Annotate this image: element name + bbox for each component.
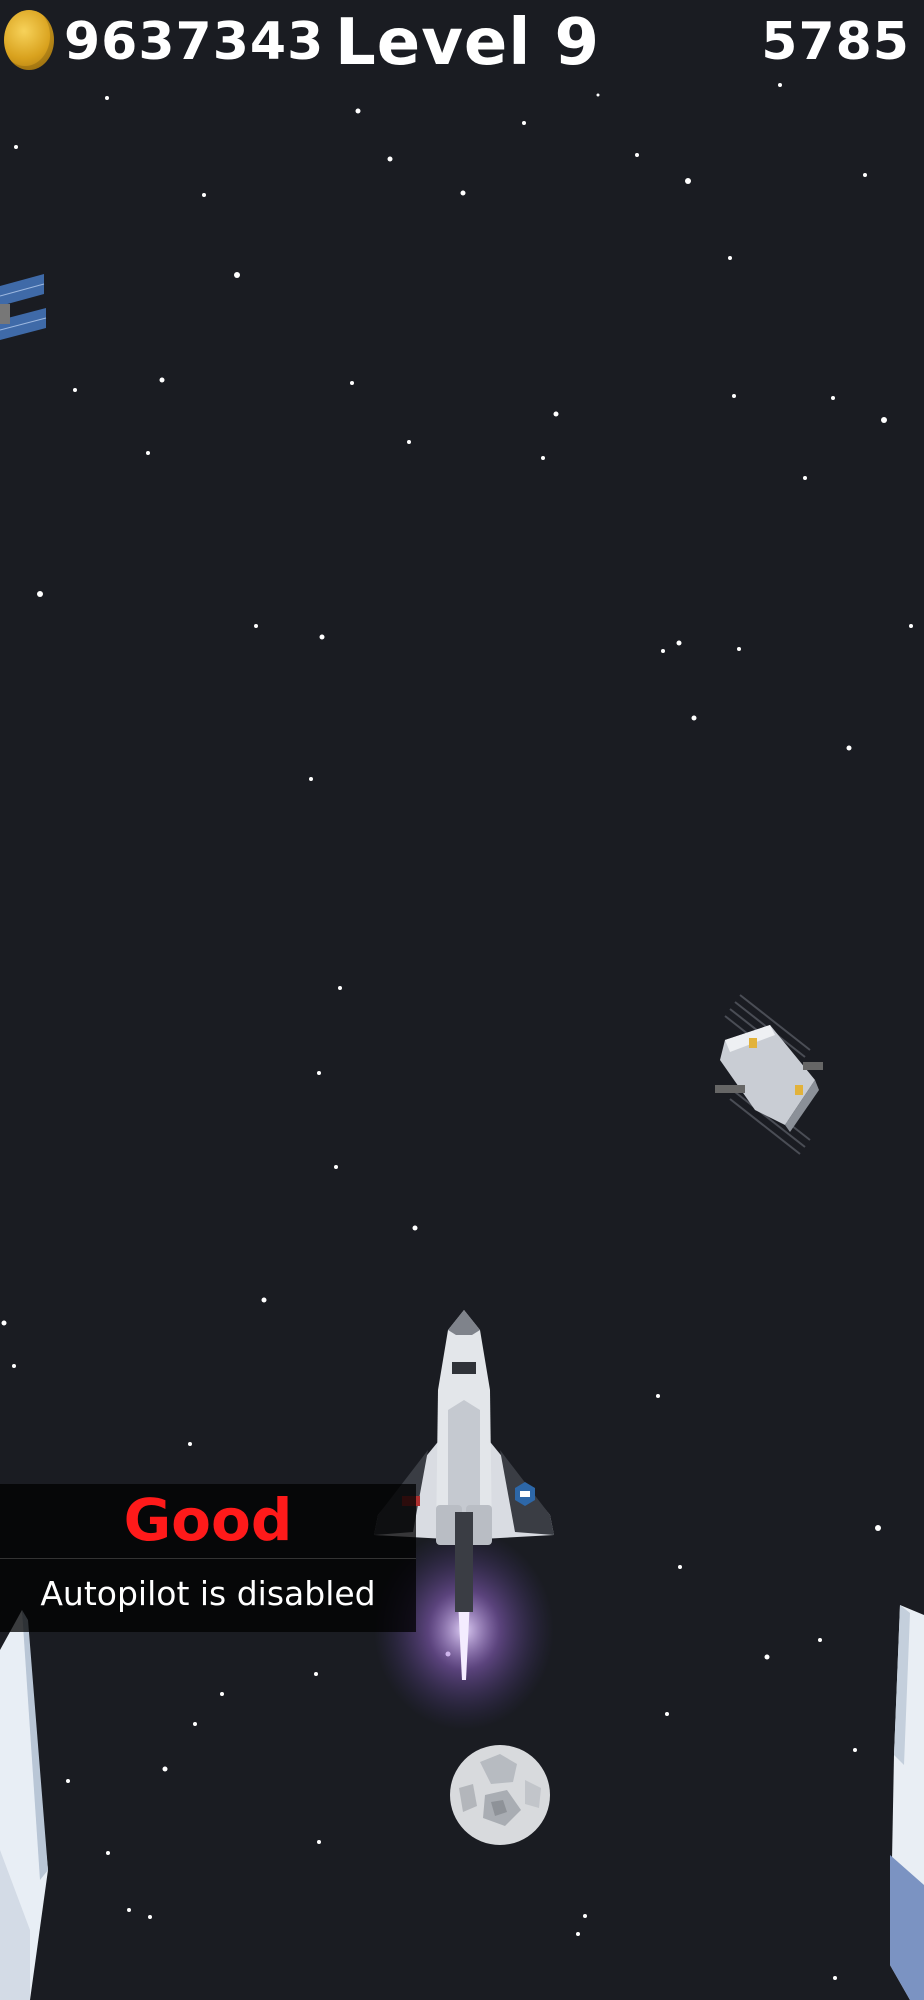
toast-divider [0, 1558, 416, 1559]
autopilot-message: Autopilot is disabled [40, 1574, 376, 1613]
crystal-pillar-right [890, 1605, 924, 2000]
coin-count: 9637343 [64, 12, 325, 72]
solar-panel-debris [0, 274, 47, 340]
crystal-pillar-left [0, 1610, 48, 2000]
asteroid [450, 1745, 550, 1845]
rating-label: Good [123, 1486, 293, 1554]
satellite [715, 994, 823, 1155]
level-label: Level 9 [335, 6, 601, 80]
hud-bar: 9637343 Level 9 5785 [0, 0, 924, 90]
score-counter: 5785 [761, 12, 910, 72]
status-toast: Good Autopilot is disabled [0, 1484, 416, 1632]
gold-coin-icon [4, 10, 54, 70]
